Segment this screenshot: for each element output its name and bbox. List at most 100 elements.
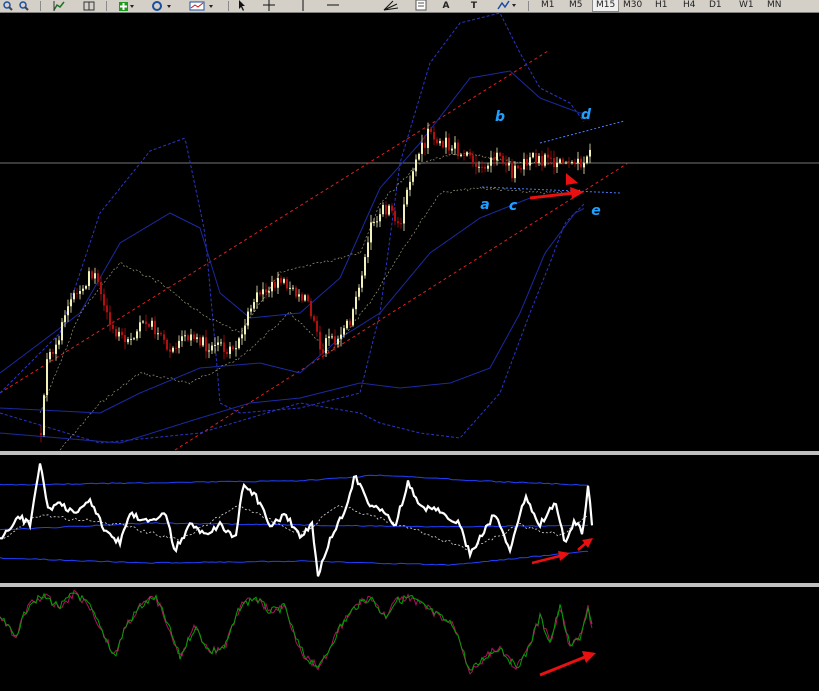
oscillator-lower-band <box>0 550 588 566</box>
timeframe-h4[interactable]: H4 <box>680 0 699 11</box>
wave-label-a: a <box>480 197 489 213</box>
candle-body <box>139 322 141 332</box>
candle-body <box>259 292 261 295</box>
timeframe-m30[interactable]: M30 <box>620 0 645 11</box>
candle-body <box>433 132 435 140</box>
candle-body <box>406 189 408 205</box>
candle-body <box>289 287 291 289</box>
candle-body <box>70 299 72 307</box>
text-icon[interactable] <box>414 0 430 11</box>
candle-body <box>502 155 504 163</box>
zoom-out-icon[interactable] <box>18 0 30 11</box>
candle-body <box>463 154 465 156</box>
toolbar-separator <box>40 1 41 11</box>
candle-body <box>193 334 195 339</box>
zoom-in-icon[interactable] <box>2 0 14 11</box>
timeframe-m5[interactable]: M5 <box>566 0 586 11</box>
timeframe-d1[interactable]: D1 <box>706 0 725 11</box>
arrows-icon[interactable] <box>496 0 520 11</box>
candle-body <box>445 137 447 148</box>
timeframe-mn[interactable]: MN <box>764 0 785 11</box>
stoch-arrow-shaft <box>539 655 586 677</box>
timeframe-w1[interactable]: W1 <box>736 0 757 11</box>
oscillator-chart[interactable] <box>0 455 819 583</box>
new-order-icon[interactable] <box>118 0 136 11</box>
candle-body <box>163 334 165 340</box>
candle-body <box>403 204 405 224</box>
candle-body <box>526 158 528 166</box>
candle-body <box>94 273 96 279</box>
candle-body <box>268 291 270 293</box>
candle-body <box>334 336 336 345</box>
divergence-arrow-head <box>570 187 584 199</box>
candle-body <box>514 165 516 179</box>
candle-body <box>361 275 363 288</box>
candle-body <box>532 152 534 158</box>
timeframe-m15[interactable]: M15 <box>592 0 620 12</box>
candle-body <box>142 321 144 323</box>
candle-body <box>565 162 567 164</box>
candle-body <box>586 156 588 164</box>
auto-trading-icon[interactable] <box>150 0 174 11</box>
crosshair-icon[interactable] <box>262 0 276 11</box>
cursor-icon[interactable] <box>236 0 248 11</box>
text-tool-label[interactable]: A <box>440 0 452 11</box>
candle-body <box>253 302 255 309</box>
candle-body <box>217 342 219 345</box>
candle-body <box>61 322 63 341</box>
candle-body <box>529 157 531 166</box>
candle-body <box>562 159 564 163</box>
indicator-list-icon[interactable] <box>52 0 66 11</box>
candle-body <box>352 309 354 326</box>
candle-body <box>478 166 480 168</box>
wave-label-b: b <box>495 109 505 125</box>
timeframe-h1[interactable]: H1 <box>652 0 671 11</box>
candle-body <box>343 328 345 335</box>
candle-body <box>79 290 81 294</box>
price-chart[interactable]: a b c d e <box>0 13 819 451</box>
horizontal-line-icon[interactable] <box>326 0 340 11</box>
candle-body <box>346 320 348 329</box>
candle-body <box>424 142 426 148</box>
stochastic-chart[interactable] <box>0 587 819 691</box>
candle-body <box>199 337 201 346</box>
wave-label-c: c <box>509 198 518 214</box>
candle-body <box>421 142 423 154</box>
candle-body <box>505 162 507 166</box>
envelope-dotted-lower <box>59 186 585 451</box>
candle-body <box>322 349 324 354</box>
channel-lower-line <box>174 162 629 451</box>
candle-body <box>262 289 264 295</box>
candle-body <box>520 168 522 170</box>
template-icon[interactable] <box>188 0 218 11</box>
bollinger-lower-band <box>0 208 585 444</box>
stochastic-panel[interactable] <box>0 587 819 691</box>
candle-body <box>202 337 204 346</box>
period-separator-icon[interactable] <box>82 0 96 11</box>
price-chart-panel[interactable]: a b c d e <box>0 13 819 451</box>
candle-body <box>106 305 108 313</box>
candle-body <box>370 222 372 243</box>
fibonacci-fan-icon[interactable] <box>382 0 400 11</box>
candle-body <box>409 181 411 190</box>
candle-body <box>427 128 429 148</box>
candle-body <box>49 352 51 360</box>
candle-body <box>238 338 240 349</box>
candle-body <box>313 316 315 321</box>
candle-body <box>430 128 432 133</box>
candle-body <box>508 162 510 166</box>
candle-body <box>277 278 279 288</box>
text-label-tool[interactable]: T <box>468 0 480 11</box>
timeframe-m1[interactable]: M1 <box>538 0 558 11</box>
candle-body <box>148 324 150 327</box>
candle-body <box>538 155 540 164</box>
candle-body <box>151 320 153 327</box>
candle-body <box>556 162 558 168</box>
vertical-line-icon[interactable] <box>298 0 308 11</box>
candle-body <box>415 159 417 172</box>
candle-body <box>214 344 216 346</box>
oscillator-panel[interactable] <box>0 455 819 583</box>
stoch-arrow-head <box>582 651 596 663</box>
divergence-arrow-shaft <box>529 191 575 200</box>
candle-body <box>184 335 186 337</box>
